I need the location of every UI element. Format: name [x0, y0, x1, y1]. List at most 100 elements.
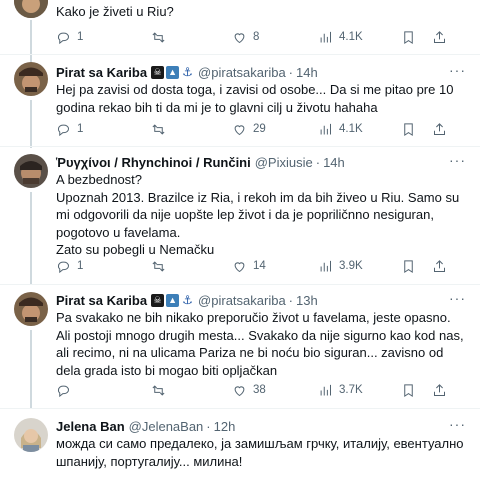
like-button[interactable]: 8: [232, 30, 259, 45]
tweet-text: Pa svakako ne bih nikako preporučio živo…: [56, 310, 464, 378]
retweet-icon: [152, 123, 165, 135]
pirate-flag-icon: ☠: [151, 293, 165, 307]
view-count: 4.1K: [339, 31, 363, 43]
views-button[interactable]: 4.1K: [318, 122, 363, 137]
like-count: 38: [253, 384, 266, 396]
anchor-icon: ⚓: [181, 292, 195, 307]
views-icon: [320, 260, 331, 271]
bookmark-icon: [404, 30, 413, 44]
share-button[interactable]: [432, 383, 447, 398]
tweet-header: Jelena Ban @JelenaBan · 12h: [56, 416, 466, 436]
heart-icon: [234, 385, 245, 396]
reply-button[interactable]: 1: [56, 259, 83, 274]
retweet-button[interactable]: [151, 122, 172, 137]
avatar[interactable]: [14, 292, 48, 326]
tweet-text: A bezbednost? Upoznah 2013. Brazilce iz …: [56, 172, 460, 257]
heart-icon: [234, 124, 245, 135]
view-count: 3.7K: [339, 384, 363, 396]
tweet-header: Ῥυγχίνοι / Rhynchinoi / Runčini @Pixiusi…: [56, 152, 466, 172]
avatar[interactable]: [14, 154, 48, 188]
avatar[interactable]: [14, 418, 48, 452]
reply-count: 1: [77, 31, 84, 43]
user-handle[interactable]: @Pixiusie: [255, 155, 313, 170]
display-name[interactable]: Pirat sa Kariba: [56, 65, 147, 80]
display-name[interactable]: Pirat sa Kariba: [56, 293, 147, 308]
divider: [0, 408, 480, 409]
thread-line: [30, 192, 32, 284]
reply-button[interactable]: [56, 383, 77, 398]
retweet-button[interactable]: [151, 259, 172, 274]
heart-icon: [234, 32, 245, 43]
user-handle[interactable]: @piratsakariba: [198, 293, 286, 308]
divider: [0, 284, 480, 285]
more-options-icon[interactable]: ···: [449, 416, 466, 432]
name-badges: ☠ ▲ ⚓: [151, 292, 195, 307]
separator-dot: ·: [288, 292, 294, 308]
display-name[interactable]: Ῥυγχίνοι / Rhynchinoi / Runčini: [56, 155, 251, 170]
more-options-icon[interactable]: ···: [449, 152, 466, 168]
views-button[interactable]: 3.7K: [318, 383, 363, 398]
views-icon: [320, 384, 331, 395]
bookmark-icon: [404, 122, 413, 136]
bookmark-icon: [404, 259, 413, 273]
shark-icon: ▲: [166, 293, 180, 307]
shark-icon: ▲: [166, 65, 180, 79]
more-options-icon[interactable]: ···: [449, 62, 466, 78]
tweet-text: можда си само предалеко, ја замишљам грч…: [56, 436, 464, 469]
bookmark-button[interactable]: [401, 383, 416, 398]
bookmark-button[interactable]: [401, 259, 416, 274]
tweet-text: Kako je živeti u Riu?: [56, 4, 174, 19]
retweet-icon: [152, 260, 165, 272]
timestamp[interactable]: 12h: [214, 419, 236, 434]
views-button[interactable]: 3.9K: [318, 259, 363, 274]
reply-button[interactable]: 1: [56, 30, 83, 45]
reply-icon: [57, 32, 69, 44]
more-options-icon[interactable]: ···: [449, 290, 466, 306]
thread-line: [30, 330, 32, 408]
reply-icon: [57, 124, 69, 136]
timestamp[interactable]: 14h: [323, 155, 345, 170]
avatar[interactable]: [14, 62, 48, 96]
avatar[interactable]: [14, 0, 48, 18]
thread-line: [30, 20, 32, 62]
retweet-button[interactable]: [151, 30, 172, 45]
like-count: 14: [253, 260, 266, 272]
share-icon: [434, 30, 445, 43]
heart-icon: [234, 261, 245, 272]
like-count: 29: [253, 123, 266, 135]
reply-button[interactable]: 1: [56, 122, 83, 137]
like-button[interactable]: 38: [232, 383, 266, 398]
timestamp[interactable]: 13h: [296, 293, 318, 308]
like-button[interactable]: 29: [232, 122, 266, 137]
timestamp[interactable]: 14h: [296, 65, 318, 80]
share-button[interactable]: [432, 259, 447, 274]
bookmark-button[interactable]: [401, 122, 416, 137]
view-count: 3.9K: [339, 260, 363, 272]
like-button[interactable]: 14: [232, 259, 266, 274]
anchor-icon: ⚓: [181, 64, 195, 79]
reply-icon: [57, 261, 69, 273]
tweet-actions: 1 14 3.9K: [56, 257, 466, 275]
share-icon: [434, 122, 445, 135]
user-handle[interactable]: @piratsakariba: [198, 65, 286, 80]
retweet-button[interactable]: [151, 383, 172, 398]
user-handle[interactable]: @JelenaBan: [129, 419, 204, 434]
display-name[interactable]: Jelena Ban: [56, 419, 125, 434]
tweet-text: Hej pa zavisi od dosta toga, i zavisi od…: [56, 82, 454, 115]
reply-count: 1: [77, 123, 84, 135]
reply-count: 1: [77, 260, 84, 272]
retweet-icon: [152, 384, 165, 396]
tweet-actions: 1 8 4.1K: [56, 28, 466, 46]
share-button[interactable]: [432, 122, 447, 137]
like-count: 8: [253, 31, 260, 43]
share-button[interactable]: [432, 30, 447, 45]
views-icon: [320, 123, 331, 134]
share-icon: [434, 259, 445, 272]
tweet-actions: 1 29 4.1K: [56, 120, 466, 138]
separator-dot: ·: [288, 64, 294, 80]
bookmark-button[interactable]: [401, 30, 416, 45]
views-button[interactable]: 4.1K: [318, 30, 363, 45]
separator-dot: ·: [206, 418, 211, 434]
tweet-header: Pirat sa Kariba ☠ ▲ ⚓ @piratsakariba · 1…: [56, 290, 466, 310]
name-badges: ☠ ▲ ⚓: [151, 64, 195, 79]
